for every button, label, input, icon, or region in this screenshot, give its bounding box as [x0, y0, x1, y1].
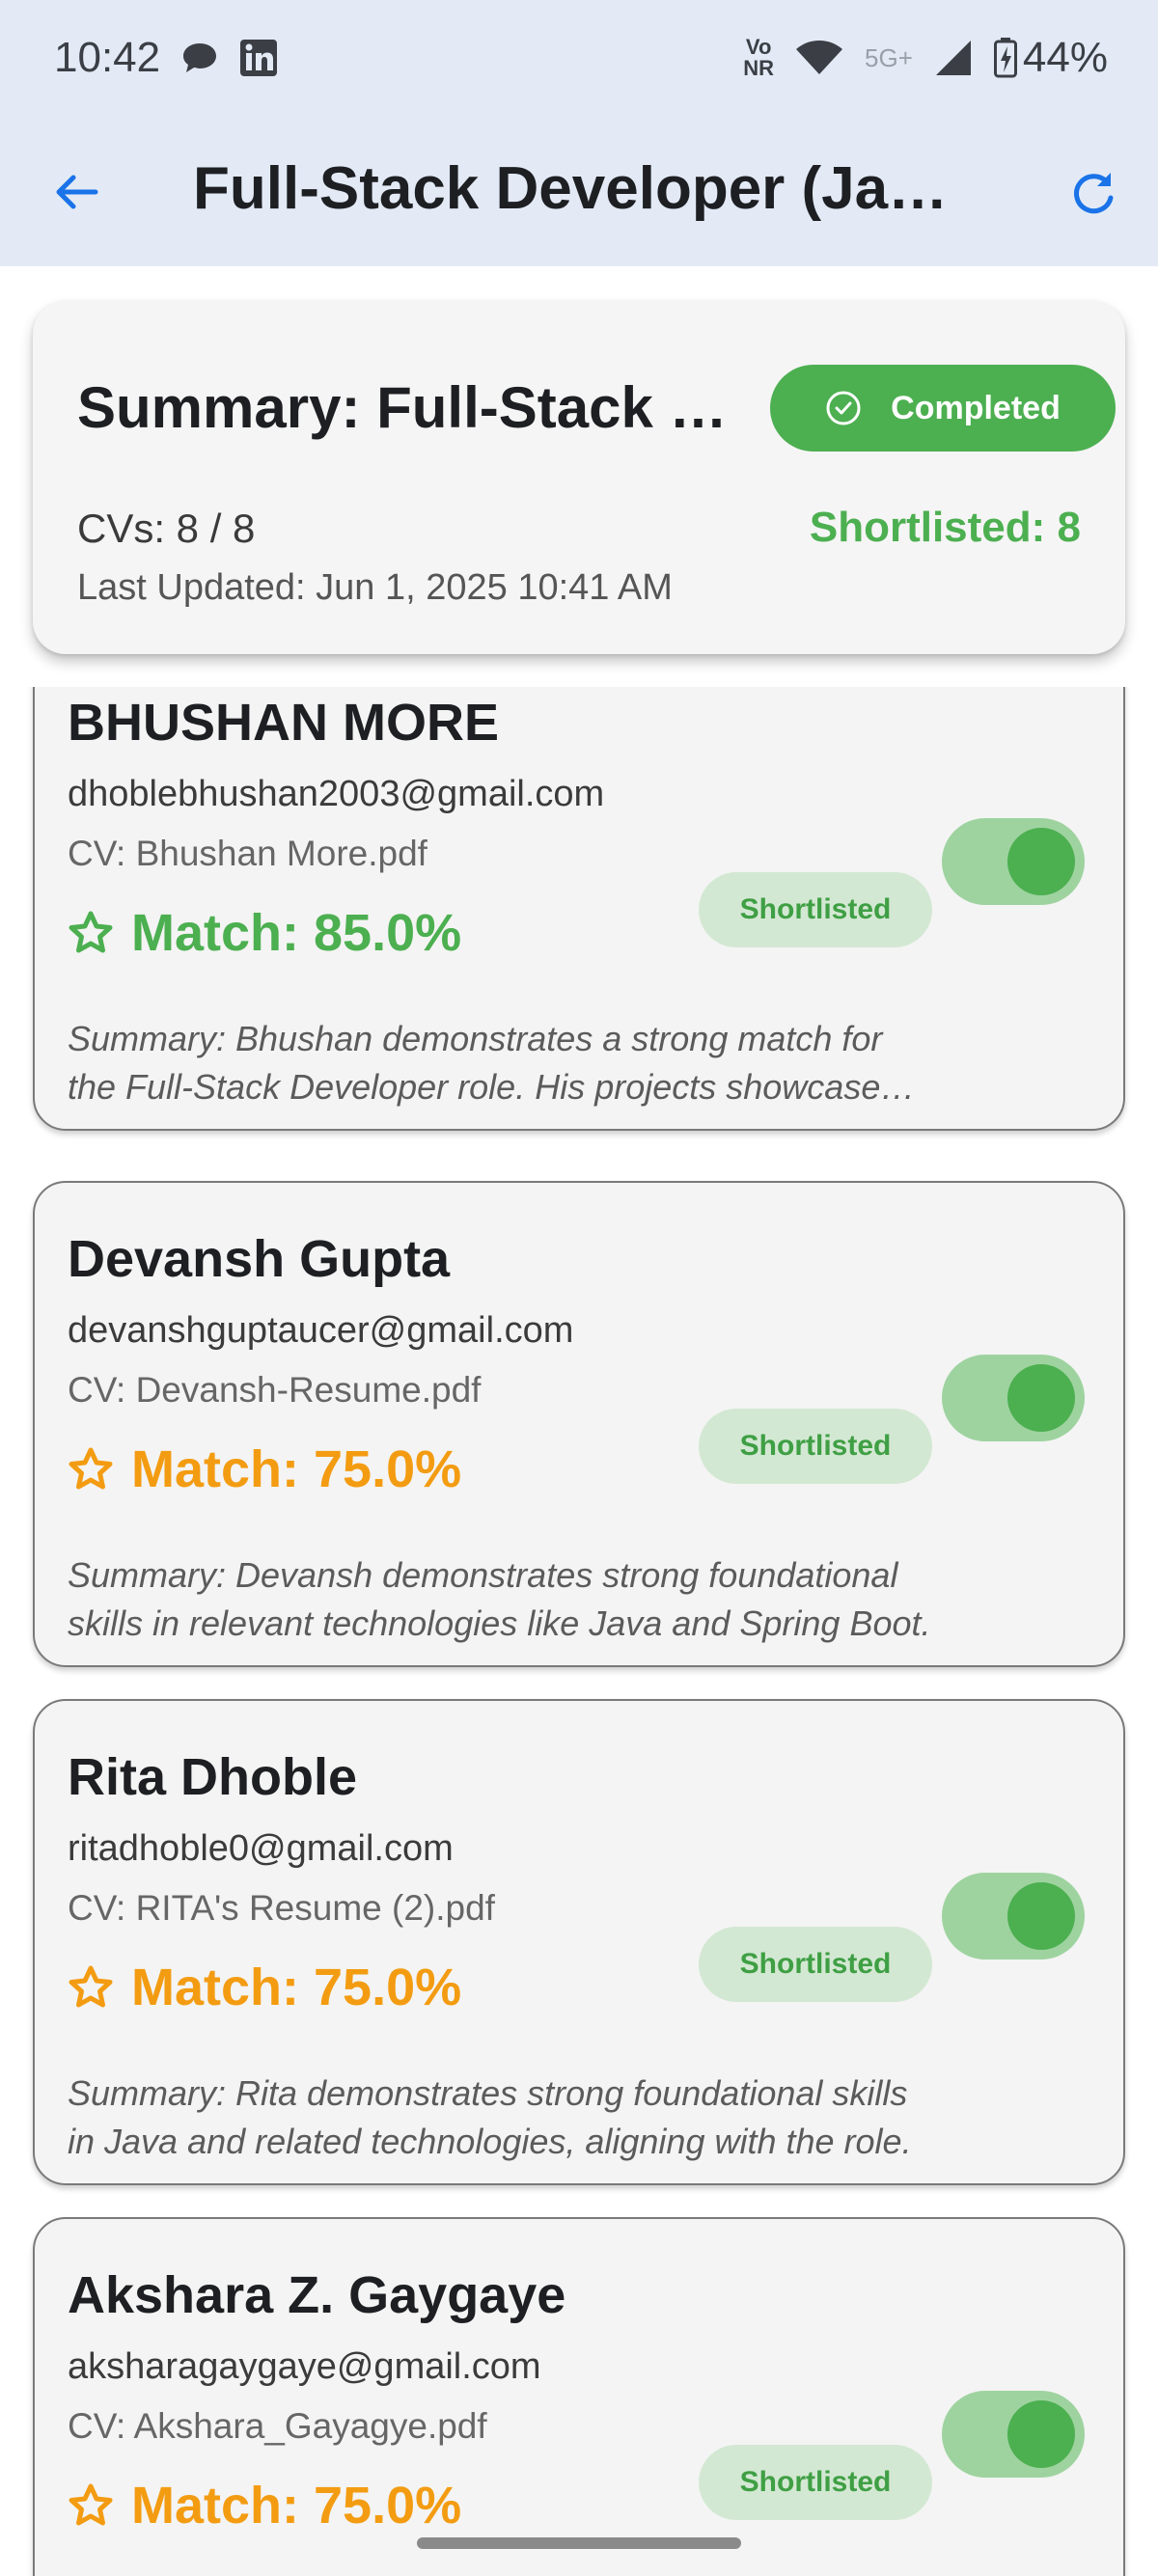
status-bar: 10:42 Vo NR 5G+ 44% — [0, 0, 1158, 116]
candidate-cv-file: CV: Akshara_Gayagye.pdf — [68, 2406, 487, 2446]
toggle-knob — [1007, 1364, 1075, 1432]
shortlisted-badge: Shortlisted — [699, 872, 932, 947]
candidate-card[interactable]: Devansh Gupta devanshguptaucer@gmail.com… — [33, 1181, 1125, 1667]
shortlisted-badge: Shortlisted — [699, 1409, 932, 1484]
match-percent: Match: 75.0% — [131, 1959, 462, 2016]
candidate-summary: Summary: Bhushan demonstrates a strong m… — [68, 1019, 883, 1107]
refresh-icon — [1074, 173, 1114, 214]
home-indicator[interactable] — [417, 2537, 741, 2549]
candidate-card[interactable]: Rita Dhoble ritadhoble0@gmail.com CV: RI… — [33, 1699, 1125, 2185]
match-score: Match: 75.0% — [68, 2476, 461, 2535]
candidate-name: Akshara Z. Gaygaye — [68, 2266, 566, 2324]
chat-bubble-icon — [181, 41, 218, 74]
signal-icon — [934, 39, 973, 77]
match-percent: Match: 75.0% — [131, 1440, 462, 1498]
refresh-button[interactable] — [1062, 162, 1125, 226]
shortlisted-badge: Shortlisted — [699, 1927, 932, 2002]
match-score: Match: 75.0% — [68, 1958, 461, 2017]
candidate-summary: Summary: Devansh demonstrates strong fou… — [68, 1555, 931, 1643]
candidate-email: devanshguptaucer@gmail.com — [68, 1310, 574, 1351]
battery-charging-icon — [993, 38, 1017, 78]
toggle-knob — [1007, 828, 1075, 895]
shortlisted-count: Shortlisted: 8 — [809, 504, 1081, 551]
app-bar: Full-Stack Developer (Java Developer) — [0, 116, 1158, 266]
back-button[interactable] — [42, 158, 110, 226]
network-type: 5G+ — [865, 42, 913, 72]
status-label: Completed — [891, 389, 1061, 426]
candidate-email: aksharagaygaye@gmail.com — [68, 2346, 541, 2387]
toggle-knob — [1007, 2400, 1075, 2468]
candidate-name: Devansh Gupta — [68, 1230, 451, 1288]
candidate-name: BHUSHAN MORE — [68, 694, 500, 752]
shortlist-toggle[interactable] — [942, 1873, 1085, 1959]
shortlist-toggle[interactable] — [942, 1355, 1085, 1441]
page-title: Full-Stack Developer (Java Developer) — [193, 155, 965, 222]
volte-icon: Vo NR — [743, 35, 775, 80]
match-score: Match: 75.0% — [68, 1439, 461, 1499]
star-outline-icon — [69, 911, 113, 953]
shortlist-toggle[interactable] — [942, 2391, 1085, 2478]
star-outline-icon — [69, 2483, 113, 2526]
cv-count: CVs: 8 / 8 — [77, 506, 256, 551]
star-outline-icon — [69, 1447, 113, 1490]
linkedin-icon — [239, 39, 278, 77]
candidate-name: Rita Dhoble — [68, 1748, 358, 1806]
match-score: Match: 85.0% — [68, 903, 461, 963]
candidate-summary: Summary: Rita demonstrates strong founda… — [68, 2073, 912, 2161]
candidate-cv-file: CV: Devansh-Resume.pdf — [68, 1370, 482, 1410]
candidate-cv-file: CV: RITA's Resume (2).pdf — [68, 1888, 495, 1928]
shortlist-toggle[interactable] — [942, 818, 1085, 905]
candidate-email: ritadhoble0@gmail.com — [68, 1828, 454, 1869]
candidate-cv-file: CV: Bhushan More.pdf — [68, 834, 427, 873]
battery-level: 44% — [1022, 34, 1108, 81]
match-percent: Match: 85.0% — [131, 904, 462, 962]
wifi-icon — [795, 40, 843, 76]
check-circle-icon — [826, 391, 861, 425]
arrow-back-icon — [56, 175, 98, 209]
job-summary-card: Summary: Full-Stack Developer (Java Deve… — [33, 301, 1125, 654]
last-updated: Last Updated: Jun 1, 2025 10:41 AM — [77, 567, 673, 608]
shortlisted-badge: Shortlisted — [699, 2445, 932, 2520]
status-time: 10:42 — [54, 34, 161, 81]
match-percent: Match: 75.0% — [131, 2477, 462, 2535]
summary-title: Summary: Full-Stack Developer (Java Deve… — [77, 375, 753, 440]
candidate-card[interactable]: BHUSHAN MORE dhoblebhushan2003@gmail.com… — [33, 687, 1125, 1131]
candidate-email: dhoblebhushan2003@gmail.com — [68, 774, 605, 814]
status-badge: Completed — [770, 365, 1116, 452]
candidate-card[interactable]: Akshara Z. Gaygaye aksharagaygaye@gmail.… — [33, 2217, 1125, 2576]
candidate-list[interactable]: BHUSHAN MORE dhoblebhushan2003@gmail.com… — [0, 687, 1158, 2576]
star-outline-icon — [69, 1965, 113, 2008]
toggle-knob — [1007, 1882, 1075, 1950]
